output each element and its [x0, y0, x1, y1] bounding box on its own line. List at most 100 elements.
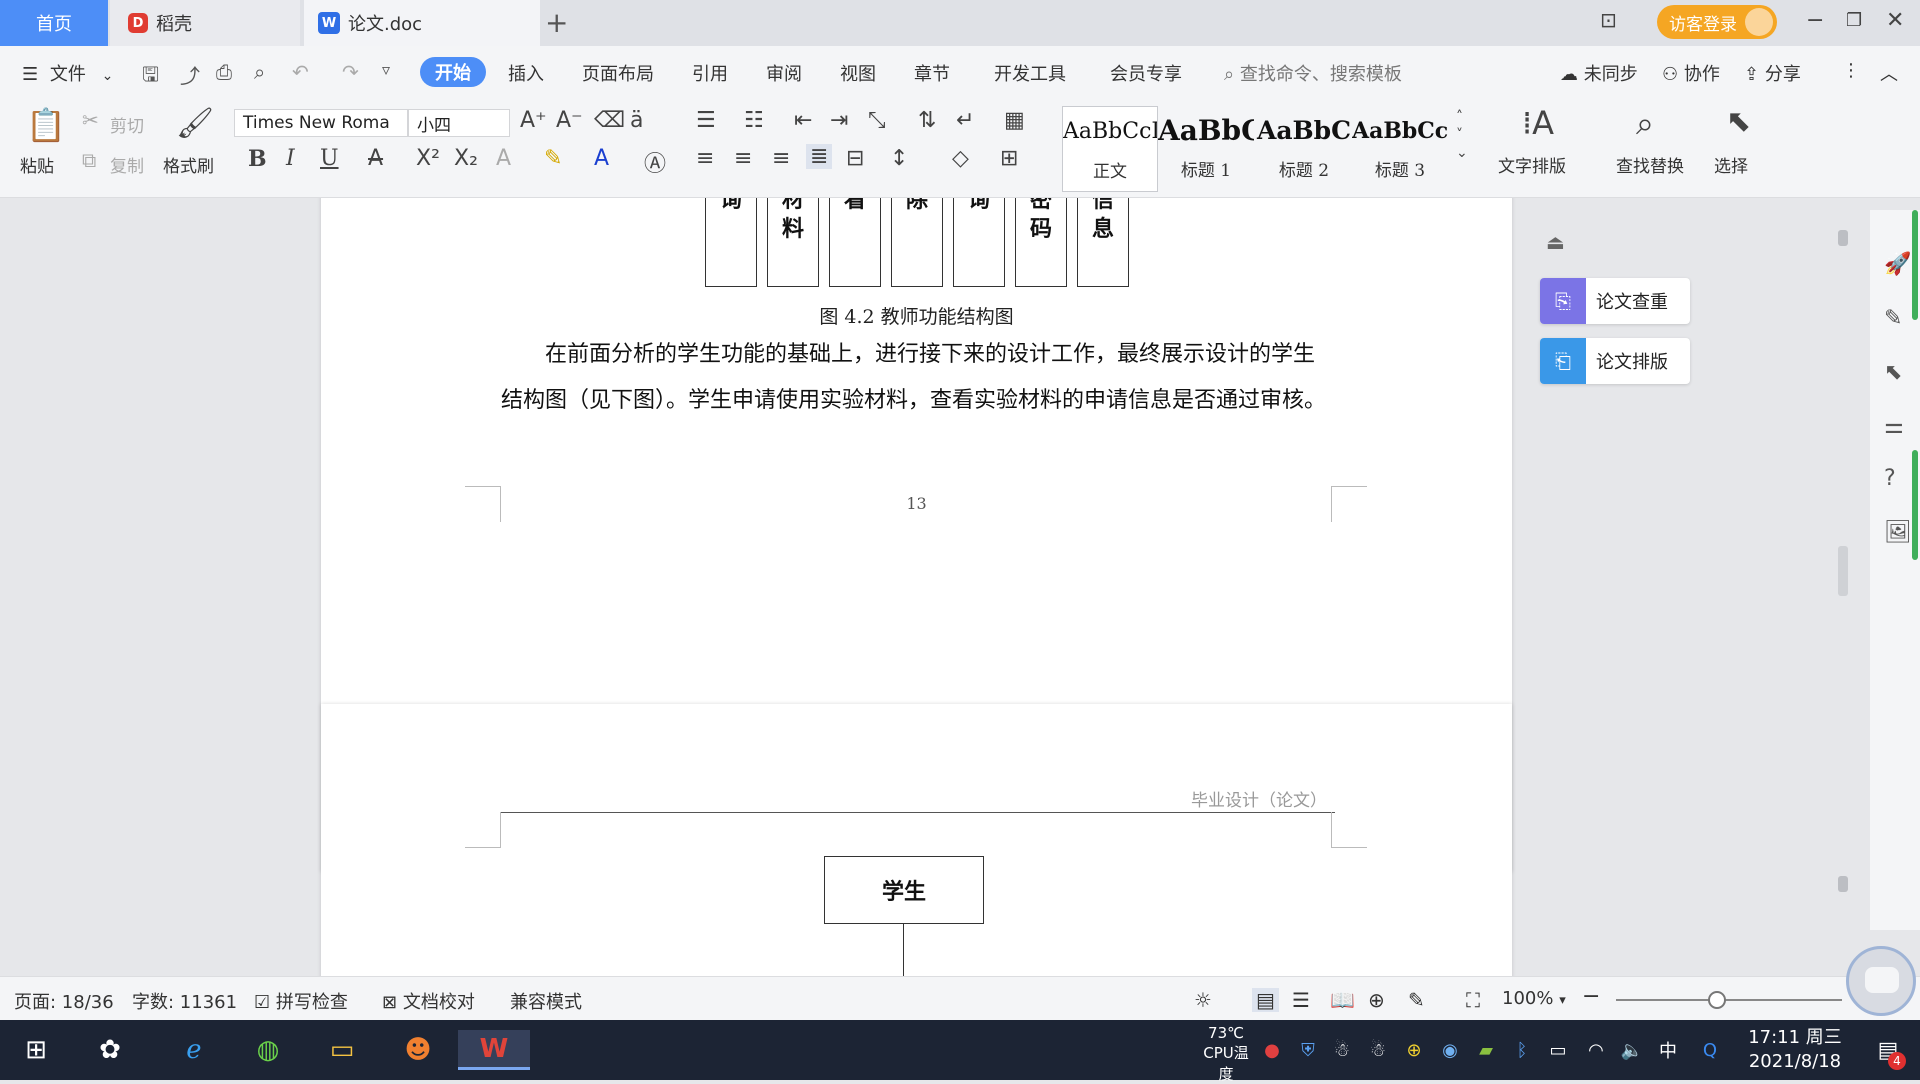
phonetic-icon[interactable]: ä	[630, 108, 643, 133]
menu-insert[interactable]: 插入	[508, 60, 544, 86]
new-tab-button[interactable]: +	[545, 6, 568, 39]
minimize-icon[interactable]: −	[1806, 8, 1824, 33]
borders-icon[interactable]: ⊞	[1000, 146, 1018, 171]
ruler-icon[interactable]: ▦	[1004, 108, 1025, 133]
align-center-icon[interactable]: ≡	[734, 146, 752, 171]
eye-protection-icon[interactable]: ☼	[1194, 988, 1212, 1012]
cursor-icon[interactable]: ⬉	[1726, 104, 1751, 139]
italic-icon[interactable]: I	[286, 146, 295, 171]
sort-icon[interactable]: ⇅	[918, 108, 936, 133]
sync-status[interactable]: ☁ 未同步	[1560, 60, 1638, 86]
decrease-indent-icon[interactable]: ⇤	[794, 108, 812, 133]
shrink-font-icon[interactable]: A⁻	[556, 108, 583, 133]
strikethrough-icon[interactable]: A	[368, 146, 383, 171]
page-indicator[interactable]: 页面: 18/36	[14, 988, 114, 1014]
scrollbar-up-button[interactable]	[1838, 230, 1848, 246]
distributed-align-icon[interactable]: ⊟	[846, 146, 864, 171]
word-count[interactable]: 字数: 11361	[132, 988, 237, 1014]
web-view-icon[interactable]: ⊕	[1368, 988, 1385, 1012]
thesis-check-button[interactable]: ⎘ 论文查重	[1540, 278, 1690, 324]
menu-page-layout[interactable]: 页面布局	[582, 60, 654, 86]
browser-360-icon[interactable]: ◍	[246, 1030, 290, 1070]
zoom-out-icon[interactable]: −	[1582, 984, 1600, 1009]
writing-mode-icon[interactable]: ✎	[1408, 988, 1425, 1012]
reading-view-icon[interactable]: 📖	[1330, 988, 1355, 1012]
tray-q-icon[interactable]: Q	[1688, 1030, 1732, 1070]
visitor-login-button[interactable]: 访客登录	[1657, 5, 1777, 39]
grow-font-icon[interactable]: A⁺	[520, 108, 547, 133]
style-heading-2[interactable]: AaBbC 标题 2	[1256, 106, 1352, 192]
styles-scroll-icon[interactable]: ˄ ˅ ⌄	[1456, 108, 1468, 162]
char-border-icon[interactable]: Ⓐ	[644, 146, 666, 178]
text-layout-button[interactable]: 文字排版	[1498, 152, 1566, 177]
copy-button[interactable]: 复制	[110, 152, 144, 177]
justify-icon[interactable]: ≣	[806, 144, 833, 169]
line-spacing-icon[interactable]: ↕	[890, 146, 908, 171]
assistant-bubble[interactable]	[1846, 946, 1916, 1016]
game-app-icon[interactable]: ☻	[396, 1030, 440, 1070]
paragraph-mark-icon[interactable]: ↵	[956, 108, 974, 133]
find-replace-icon[interactable]: ⌕	[1636, 104, 1654, 143]
command-search[interactable]: ⌕ 查找命令、搜索模板	[1224, 60, 1402, 86]
close-icon[interactable]: ✕	[1886, 8, 1904, 33]
subscript-icon[interactable]: X₂	[454, 146, 478, 171]
bold-icon[interactable]: B	[248, 146, 267, 172]
menu-reference[interactable]: 引用	[692, 60, 728, 86]
more-icon[interactable]: ⋮	[1842, 60, 1860, 81]
paste-button[interactable]: 粘贴	[20, 152, 54, 177]
shading-icon[interactable]: ◇	[952, 146, 969, 171]
save-icon[interactable]: 🖫	[142, 60, 159, 94]
scrollbar-down-button[interactable]	[1838, 876, 1848, 892]
customize-icon[interactable]: ▿	[382, 60, 390, 79]
align-right-icon[interactable]: ≡	[772, 146, 790, 171]
tab-daoke[interactable]: D 稻壳	[110, 0, 300, 46]
restore-icon[interactable]: ❐	[1846, 10, 1862, 31]
cut-icon[interactable]: ✂	[82, 108, 99, 132]
tab-home[interactable]: 首页	[0, 0, 108, 46]
text-effect-icon[interactable]: A	[496, 146, 511, 171]
font-size-select[interactable]: 小四	[408, 109, 510, 137]
paste-icon[interactable]: 📋	[26, 106, 66, 144]
windows-start-icon[interactable]: ⊞	[14, 1030, 58, 1070]
tab-document[interactable]: W 论文.doc	[304, 0, 540, 46]
underline-icon[interactable]: U	[320, 146, 339, 171]
page-view-icon[interactable]: ▤	[1252, 988, 1279, 1012]
ie-browser-icon[interactable]: ℯ	[172, 1030, 216, 1070]
menu-member[interactable]: 会员专享	[1110, 60, 1182, 86]
share-button[interactable]: ⇪ 分享	[1744, 60, 1801, 86]
zoom-level[interactable]: 100% ▾	[1502, 988, 1566, 1009]
menu-review[interactable]: 审阅	[766, 60, 802, 86]
pen-icon[interactable]: ✎	[1884, 306, 1902, 331]
export-icon[interactable]: ⤴	[180, 60, 200, 89]
cut-button[interactable]: 剪切	[110, 112, 144, 137]
panel-collapse-icon[interactable]: ⏏	[1546, 230, 1565, 254]
print-icon[interactable]: ⎙	[216, 60, 232, 84]
image-tool-icon[interactable]: 🖼	[1884, 520, 1912, 545]
ime-indicator[interactable]: 中	[1646, 1030, 1690, 1070]
scrollbar-thumb[interactable]	[1838, 546, 1848, 596]
collapse-ribbon-icon[interactable]: ︿	[1880, 60, 1898, 86]
rocket-icon[interactable]: 🚀	[1884, 252, 1911, 277]
numbered-list-icon[interactable]: ☷	[744, 108, 764, 133]
cpu-temp[interactable]: 73℃ CPU温度	[1196, 1024, 1256, 1084]
undo-icon[interactable]: ↶	[292, 60, 309, 84]
menu-developer[interactable]: 开发工具	[994, 60, 1066, 86]
app-pinwheel-icon[interactable]: ✿	[88, 1030, 132, 1070]
help-icon[interactable]: ?	[1884, 466, 1896, 491]
copy-icon[interactable]: ⧉	[82, 148, 96, 172]
document-page[interactable]: 毕业设计（论文） 学生	[321, 704, 1512, 976]
text-layout-icon[interactable]: ⁞A	[1522, 104, 1554, 142]
wps-writer-icon[interactable]: W	[458, 1030, 530, 1070]
spell-check-button[interactable]: ☑ 拼写检查	[254, 988, 348, 1014]
highlight-icon[interactable]: ✎	[544, 146, 562, 171]
clear-format-icon[interactable]: ⌫	[594, 108, 625, 133]
file-explorer-icon[interactable]: ▭	[320, 1030, 364, 1070]
sliders-icon[interactable]: ⚌	[1884, 414, 1904, 439]
font-color-icon[interactable]: A	[594, 146, 609, 171]
text-direction-icon[interactable]: ⤡	[868, 108, 886, 133]
font-name-select[interactable]: Times New Roma	[234, 109, 408, 137]
style-heading-3[interactable]: AaBbCcl 标题 3	[1352, 106, 1448, 192]
fit-page-icon[interactable]: ⛶	[1466, 988, 1480, 1012]
select-button[interactable]: 选择	[1714, 152, 1748, 177]
zoom-slider[interactable]	[1616, 999, 1842, 1001]
